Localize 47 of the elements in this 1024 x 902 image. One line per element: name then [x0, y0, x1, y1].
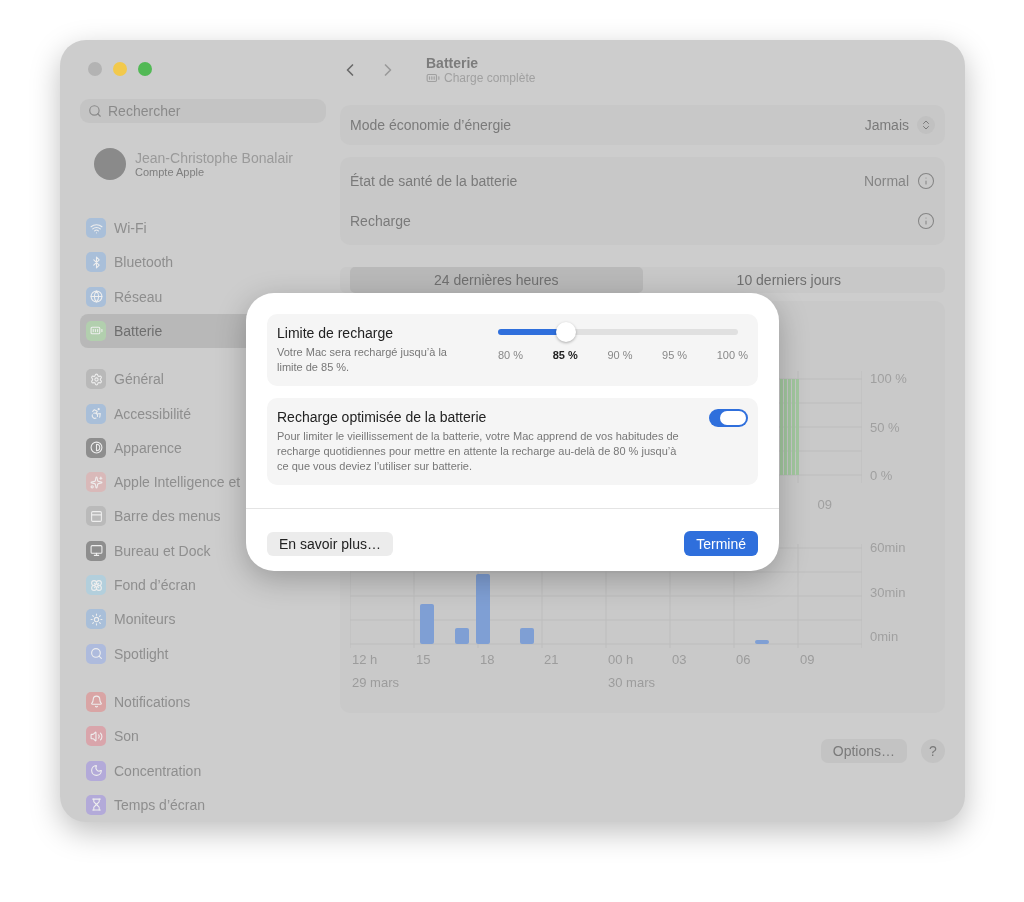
toggle-switch[interactable]	[709, 409, 748, 427]
info-icon[interactable]	[917, 212, 935, 230]
search-icon	[88, 104, 102, 118]
setting-label: Recharge	[350, 213, 411, 229]
sidebar-item[interactable]: Réseau	[80, 279, 340, 314]
segment-tab[interactable]: 24 dernières heures	[350, 267, 643, 293]
close-button[interactable]	[88, 62, 102, 76]
avatar[interactable]	[94, 147, 126, 180]
sidebar-item[interactable]: Wi-Fi	[80, 210, 340, 246]
sidebar-item[interactable]: Moniteurs	[80, 602, 340, 637]
tick-label: 95 %	[662, 349, 688, 361]
sidebar-item[interactable]: Bluetooth	[80, 245, 340, 280]
search-field[interactable]: Rechercher	[80, 99, 326, 123]
tick-label: 100 %	[716, 349, 748, 361]
segment-tab[interactable]: 10 derniers jours	[642, 267, 935, 293]
chart-bar	[420, 604, 434, 644]
zoom-button[interactable]	[138, 62, 152, 76]
battery-icon	[426, 71, 440, 85]
info-icon[interactable]	[917, 172, 935, 190]
setting-title: Recharge optimisée de la batterie	[277, 409, 488, 425]
sidebar-item[interactable]: Temps d’écran	[80, 787, 340, 822]
options-button[interactable]: Options…	[820, 739, 907, 763]
chart-bar	[476, 574, 490, 644]
done-button[interactable]: Terminé	[684, 531, 758, 556]
sidebar-item[interactable]: Barre des menus	[80, 499, 340, 534]
tick-label: 90 %	[607, 349, 633, 361]
setting-value: Normal	[863, 173, 909, 189]
setting-description: Pour limiter le vieillissement de la batterie, votre Mac apprend de vos habitudes de recharge quotidiennes pour mettre en attente la recharge au-delà de 80 % jusqu’à ce que vous deviez l’utiliser sur batterie.	[277, 429, 680, 474]
sidebar-item[interactable]: Notifications	[80, 684, 340, 720]
popup-button[interactable]	[917, 116, 935, 134]
window-title: Batterie	[426, 55, 480, 71]
tick-label: 85 %	[552, 349, 578, 361]
setting-label: Mode économie d’énergie	[350, 117, 512, 133]
sidebar-item[interactable]: Son	[80, 719, 340, 754]
chart-bar	[455, 628, 469, 644]
sidebar-item[interactable]: Fond d’écran	[80, 567, 340, 603]
chart-bar	[755, 640, 769, 644]
help-button[interactable]: ?	[921, 739, 945, 763]
chart-bar	[520, 628, 534, 644]
account-subtitle: Compte Apple	[135, 165, 205, 178]
tick-label: 80 %	[498, 349, 524, 361]
slider-thumb[interactable]	[555, 322, 576, 342]
learn-more-button[interactable]: En savoir plus…	[267, 531, 393, 556]
setting-value: Jamais	[864, 117, 909, 133]
setting-label: État de santé de la batterie	[350, 173, 518, 189]
sidebar-item[interactable]: Concentration	[80, 753, 340, 788]
sidebar-item[interactable]: Spotlight	[80, 636, 340, 671]
